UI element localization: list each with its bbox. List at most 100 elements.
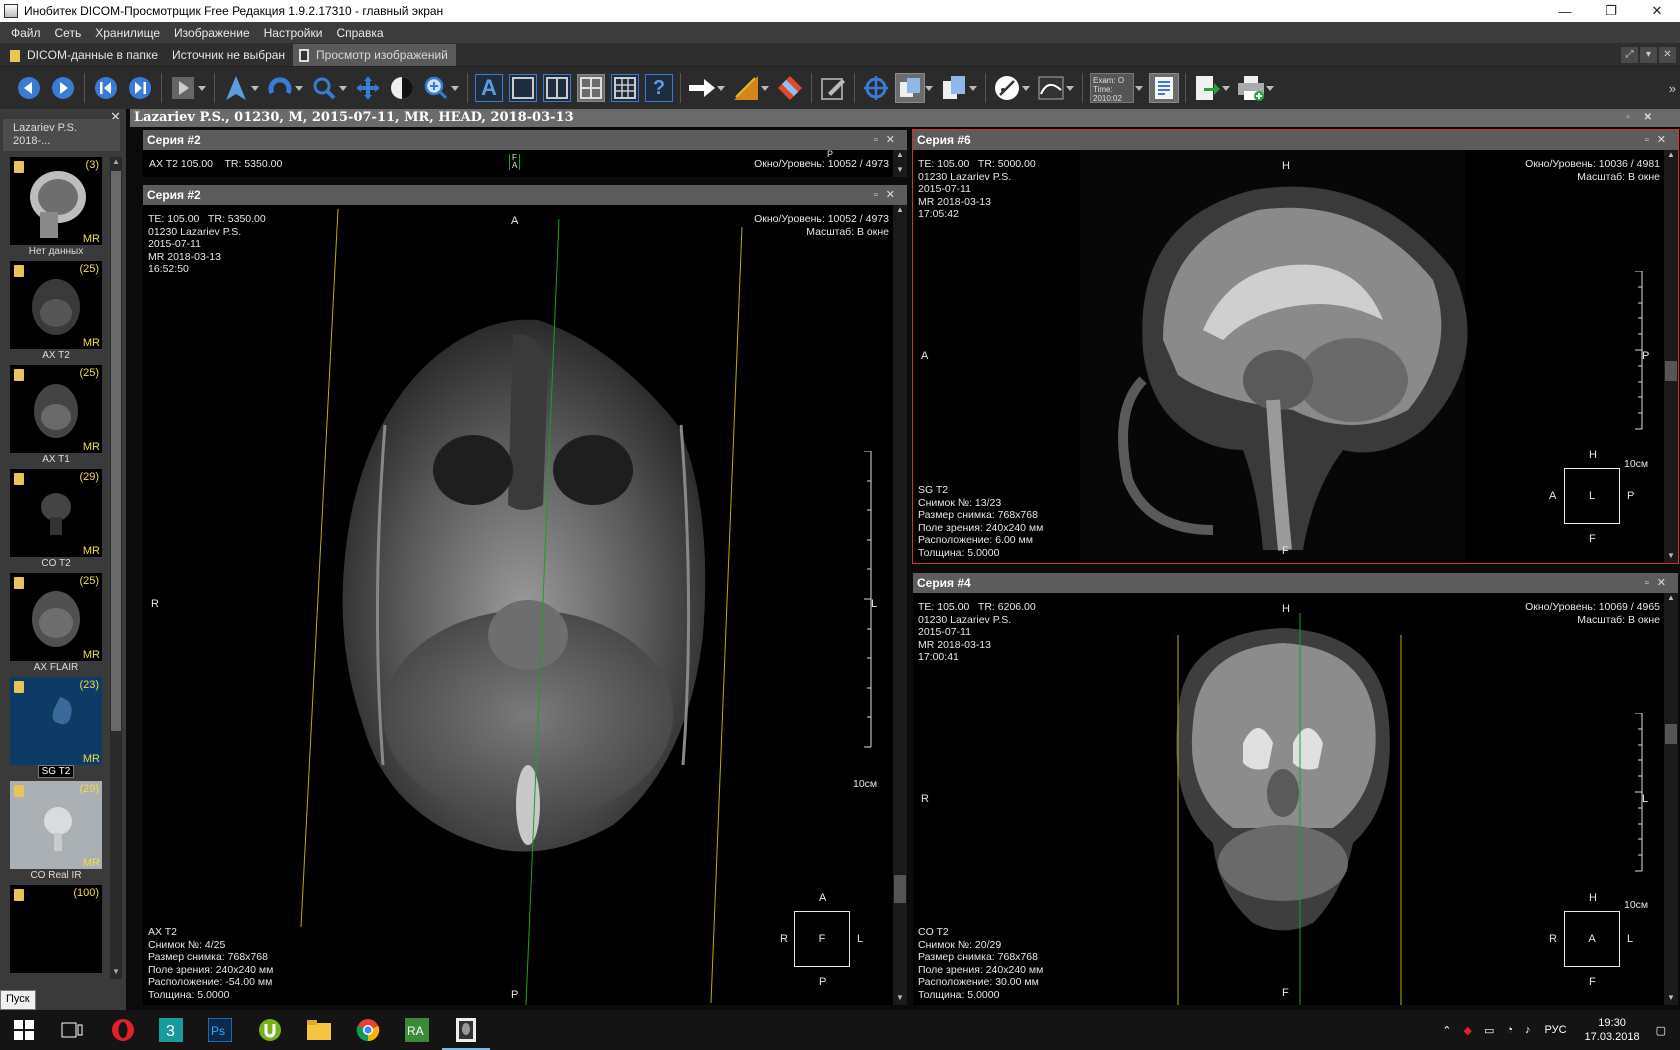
scroll-up-icon[interactable]: ▲ — [893, 205, 907, 217]
close-button[interactable]: ✕ — [1634, 0, 1680, 22]
tab-image-view[interactable]: Просмотр изображений — [293, 44, 456, 66]
scroll-up-icon[interactable]: ▲ — [110, 157, 122, 169]
scrollbar-thumb[interactable] — [1665, 361, 1677, 381]
taskbar-explorer[interactable] — [305, 1016, 333, 1044]
series-item-selected[interactable]: (23) MR SG T2 — [10, 677, 102, 778]
clock[interactable]: 19:30 17.03.2018 — [1585, 1016, 1640, 1044]
taskbar-app-3[interactable]: 3 — [157, 1016, 185, 1044]
language-indicator[interactable]: РУС — [1545, 1024, 1567, 1036]
viewport-series-2[interactable]: Серия #2 ▫✕ TE: 105.00 TR: 5350.00 01230… — [143, 185, 907, 1005]
wifi-icon[interactable]: ◔ — [1506, 1024, 1513, 1036]
viewport-buttons[interactable]: ▫✕ — [1645, 573, 1674, 593]
scroll-down-icon[interactable]: ▼ — [893, 993, 907, 1005]
layout-2x2-button[interactable] — [576, 72, 606, 104]
volume-icon[interactable]: ♪ — [1525, 1024, 1531, 1036]
taskbar-radiant[interactable]: RA — [403, 1016, 431, 1044]
menu-storage[interactable]: Хранилище — [88, 26, 167, 40]
series-item[interactable]: (3) MR Нет данных — [10, 157, 102, 258]
edit-tool[interactable] — [818, 72, 848, 104]
series-item[interactable]: (25) MR AX FLAIR — [10, 573, 102, 674]
tab-dicom-folder[interactable]: DICOM-данные в папке — [4, 44, 166, 66]
viewport-buttons[interactable]: ▫✕ — [874, 130, 903, 150]
task-view-button[interactable] — [58, 1016, 86, 1044]
annotation-text-button[interactable]: A — [474, 72, 504, 104]
menu-network[interactable]: Сеть — [48, 26, 89, 40]
viewport-series-2-strip[interactable]: Серия #2 ▫✕ AX T2 105.00 TR: 5350.00 Окн… — [143, 130, 907, 177]
sync-tool[interactable] — [895, 72, 933, 104]
series-item[interactable]: (100) — [10, 885, 102, 973]
scroll-down-icon[interactable]: ▼ — [1664, 551, 1678, 563]
layout-3x3-button[interactable] — [610, 72, 640, 104]
report-button[interactable] — [1149, 72, 1179, 104]
network-icon[interactable]: ▭ — [1484, 1024, 1494, 1037]
viewport-series-4[interactable]: Серия #4 ▫✕ TE: 105.00 TR: 6206.00 01230… — [913, 573, 1678, 1005]
measure-tool[interactable] — [992, 72, 1030, 104]
viewport-scrollbar[interactable]: ▲ ▼ — [893, 205, 907, 1005]
scrollbar-thumb[interactable] — [894, 875, 906, 903]
layout-1x1-button[interactable] — [508, 72, 538, 104]
play-button[interactable] — [168, 72, 206, 104]
eraser-tool[interactable] — [775, 72, 805, 104]
start-button[interactable] — [10, 1016, 38, 1044]
layout-1x2-button[interactable] — [542, 72, 572, 104]
tab-menu-button[interactable]: ▾ — [1640, 46, 1657, 63]
scroll-up-icon[interactable]: ▲ — [1664, 150, 1678, 162]
exam-time-button[interactable]: Exam: O Time: 2010:02 — [1089, 72, 1143, 104]
sidebar-scrollbar[interactable]: ▲ ▼ — [110, 157, 122, 979]
taskbar-photoshop[interactable]: Ps — [206, 1016, 234, 1044]
tray-antivirus-icon[interactable]: ◆ — [1463, 1024, 1471, 1037]
scroll-down-icon[interactable]: ▼ — [893, 165, 907, 177]
export-button[interactable] — [1192, 72, 1230, 104]
scroll-up-icon[interactable]: ▲ — [1664, 593, 1678, 605]
magnifier-tool[interactable] — [421, 72, 459, 104]
curve-tool[interactable] — [1036, 72, 1074, 104]
header-window-buttons[interactable]: ▫✕ — [1626, 109, 1666, 127]
menu-help[interactable]: Справка — [329, 26, 390, 40]
ruler-tool[interactable] — [731, 72, 769, 104]
scroll-up-icon[interactable]: ▲ — [893, 150, 907, 162]
taskbar-chrome[interactable] — [354, 1016, 382, 1044]
arrow-tool[interactable] — [687, 72, 725, 104]
next-button[interactable] — [48, 72, 78, 104]
viewport-buttons[interactable]: ▫✕ — [1645, 130, 1674, 150]
toolbar-overflow-icon[interactable]: » — [1669, 81, 1676, 96]
print-button[interactable] — [1236, 72, 1274, 104]
viewport-scrollbar[interactable]: ▲ ▼ — [1664, 593, 1678, 1005]
pan-tool[interactable] — [353, 72, 383, 104]
series-item[interactable]: (25) MR AX T2 — [10, 261, 102, 362]
scroll-down-icon[interactable]: ▼ — [1664, 993, 1678, 1005]
taskbar-utorrent[interactable] — [256, 1016, 284, 1044]
series-item[interactable]: (29) MR CO Real IR — [10, 781, 102, 882]
scroll-down-icon[interactable]: ▼ — [110, 967, 122, 979]
taskbar-dicom-viewer[interactable] — [442, 1016, 490, 1050]
series-item[interactable]: (29) MR CO T2 — [10, 469, 102, 570]
viewport-buttons[interactable]: ▫✕ — [874, 185, 903, 205]
scrollbar-thumb[interactable] — [111, 171, 121, 731]
viewport-scrollbar[interactable]: ▲ ▼ — [1664, 150, 1678, 563]
rotate-tool[interactable] — [265, 72, 303, 104]
prev-button[interactable] — [14, 72, 44, 104]
next-series-button[interactable] — [125, 72, 155, 104]
zoom-tool[interactable] — [309, 72, 347, 104]
patient-card[interactable]: Lazariev P.S. 2018-... — [3, 119, 120, 151]
help-button[interactable]: ? — [644, 72, 674, 104]
copy-tool[interactable] — [939, 72, 977, 104]
tray-expand-icon[interactable]: ⌃ — [1442, 1024, 1451, 1037]
viewport-scrollbar[interactable]: ▲ ▼ — [893, 150, 907, 177]
series-item[interactable]: (25) MR AX T1 — [10, 365, 102, 466]
notifications-icon[interactable]: ▢ — [1656, 1024, 1666, 1037]
minimize-button[interactable]: — — [1542, 0, 1588, 22]
crosshair-tool[interactable] — [861, 72, 891, 104]
window-level-tool[interactable] — [387, 72, 417, 104]
prev-series-button[interactable] — [91, 72, 121, 104]
tab-expand-button[interactable]: ⤢ — [1621, 46, 1638, 63]
maximize-button[interactable]: ❐ — [1588, 0, 1634, 22]
menu-image[interactable]: Изображение — [167, 26, 257, 40]
menu-file[interactable]: Файл — [4, 26, 48, 40]
viewport-series-6[interactable]: Серия #6 ▫✕ TE: 105.00 TR: 5000.00 01230… — [912, 129, 1679, 564]
taskbar-opera[interactable] — [109, 1016, 137, 1044]
scrollbar-thumb[interactable] — [1665, 724, 1677, 744]
tab-source[interactable]: Источник не выбран — [166, 44, 293, 66]
pointer-tool[interactable] — [221, 72, 259, 104]
menu-settings[interactable]: Настройки — [257, 26, 330, 40]
